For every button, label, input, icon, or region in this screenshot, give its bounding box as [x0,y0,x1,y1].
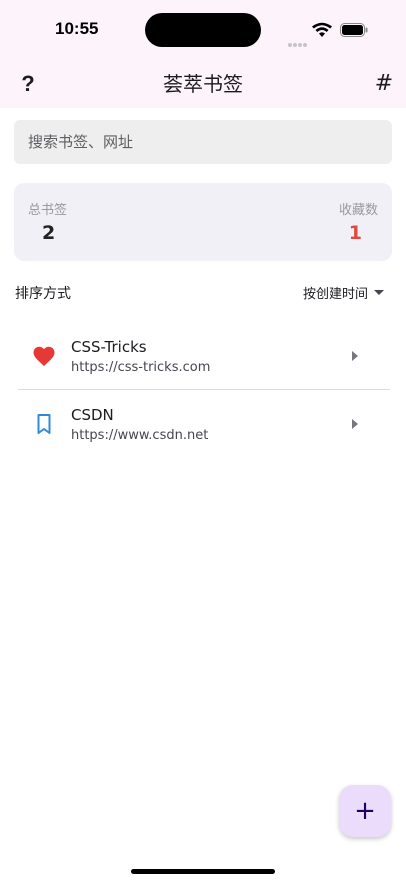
bookmark-title: CSS-Tricks [71,338,147,356]
sort-label: 排序方式 [15,286,71,302]
wifi-icon [312,22,332,37]
total-bookmarks-label: 总书签 [28,203,68,218]
total-bookmarks-value: 2 [42,222,56,244]
heart-icon [33,346,55,366]
dynamic-island [145,13,261,47]
signal-dots-icon [288,32,308,47]
search-input[interactable]: 搜索书签、网址 [14,120,392,164]
bookmark-item[interactable]: CSS-Tricks https://css-tricks.com [18,322,390,389]
caret-down-icon [374,289,384,295]
bookmark-url: https://css-tricks.com [71,360,211,375]
home-indicator [131,869,275,874]
battery-icon [340,23,368,37]
add-bookmark-button[interactable]: + [339,785,391,837]
bookmark-icon [37,414,51,434]
sort-dropdown[interactable]: 按创建时间 [303,281,384,303]
sort-value: 按创建时间 [302,286,368,302]
top-app-bar: 10:55 ? 荟萃书签 # [0,0,406,108]
tags-button[interactable]: # [370,68,398,100]
status-time: 10:55 [55,19,99,38]
app-screen: 10:55 ? 荟萃书签 # 搜索书签、网址 总书签 2 收藏数 1 排序方式 … [0,0,406,883]
chevron-right-icon [352,419,358,429]
favorites-label: 收藏数 [338,203,378,218]
bookmark-url: https://www.csdn.net [71,428,209,443]
bookmark-title: CSDN [71,406,114,424]
bookmark-item[interactable]: CSDN https://www.csdn.net [18,389,390,456]
page-title: 荟萃书签 [163,72,243,96]
bookmark-list: CSS-Tricks https://css-tricks.com CSDN h… [18,322,390,456]
chevron-right-icon [352,351,358,361]
favorites-value: 1 [348,222,362,244]
search-placeholder: 搜索书签、网址 [28,133,134,151]
stats-card: 总书签 2 收藏数 1 [14,183,392,261]
